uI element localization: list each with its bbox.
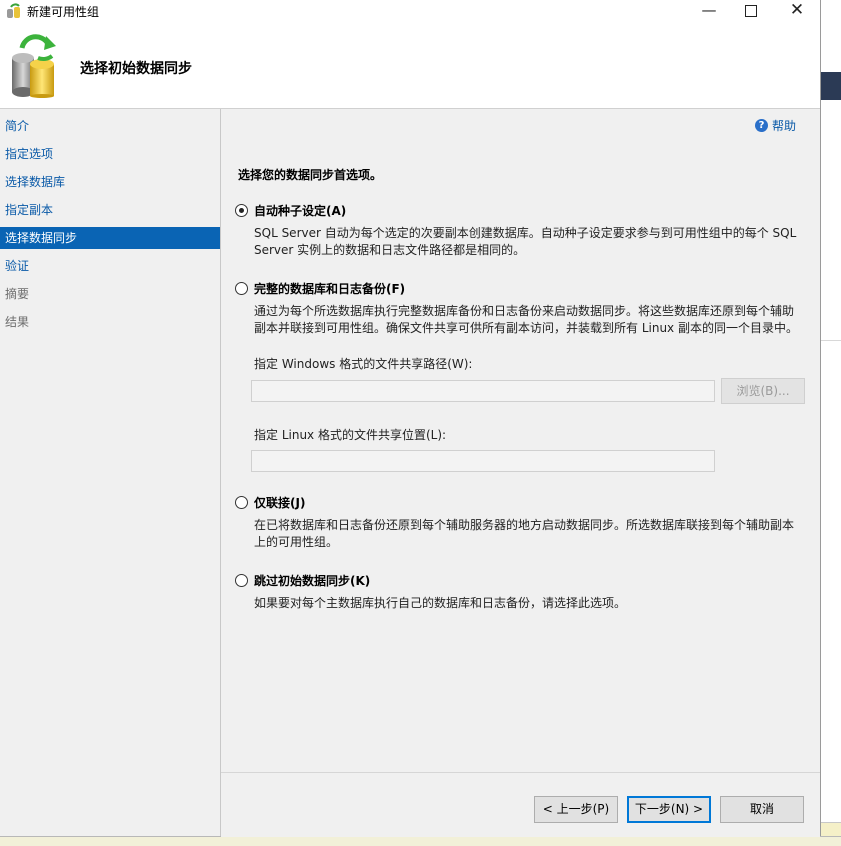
radio-join-only[interactable] bbox=[235, 496, 248, 509]
windows-share-label: 指定 Windows 格式的文件共享路径(W): bbox=[254, 357, 473, 371]
nav-item-validation[interactable]: 验证 bbox=[0, 255, 220, 277]
option-full-backup[interactable]: 完整的数据库和日志备份(F) bbox=[235, 280, 405, 297]
nav-item-intro[interactable]: 简介 bbox=[0, 115, 220, 137]
option-skip-sync[interactable]: 跳过初始数据同步(K) bbox=[235, 572, 370, 589]
wizard-nav: 简介 指定选项 选择数据库 指定副本 选择数据同步 验证 摘要 结果 bbox=[0, 109, 221, 836]
window-title: 新建可用性组 bbox=[27, 5, 100, 19]
option-label: 仅联接(J) bbox=[254, 496, 306, 510]
wizard-header: 选择初始数据同步 bbox=[0, 22, 820, 109]
radio-skip-sync[interactable] bbox=[235, 574, 248, 587]
minimize-icon: — bbox=[701, 1, 717, 19]
radio-automatic-seeding[interactable] bbox=[235, 204, 248, 217]
option-automatic-seeding[interactable]: 自动种子设定(A) bbox=[235, 202, 346, 219]
linux-share-label: 指定 Linux 格式的文件共享位置(L): bbox=[254, 428, 447, 442]
background-app-edge bbox=[821, 0, 841, 845]
nav-item-data-sync[interactable]: 选择数据同步 bbox=[0, 227, 220, 249]
database-sync-icon bbox=[12, 34, 56, 98]
sync-prompt: 选择您的数据同步首选项。 bbox=[238, 168, 383, 182]
wizard-footer: < 上一步(P) 下一步(N) > 取消 bbox=[221, 772, 820, 837]
nav-item-results: 结果 bbox=[5, 315, 30, 329]
option-description: SQL Server 自动为每个选定的次要副本创建数据库。自动种子设定要求参与到… bbox=[254, 226, 797, 257]
nav-item-specify-options[interactable]: 指定选项 bbox=[0, 143, 220, 165]
background-app-divider bbox=[821, 340, 841, 341]
wizard-content: ? 帮助 选择您的数据同步首选项。 自动种子设定(A) SQL Server 自… bbox=[221, 109, 820, 772]
help-link[interactable]: ? 帮助 bbox=[754, 117, 796, 134]
new-availability-group-dialog: 新建可用性组 — ✕ 选择初始数据同步 简介 指定选项 选择数据库 指定副本 选… bbox=[0, 0, 821, 837]
page-title: 选择初始数据同步 bbox=[80, 61, 192, 77]
close-icon: ✕ bbox=[789, 0, 805, 20]
close-button[interactable]: ✕ bbox=[774, 0, 820, 22]
cancel-button[interactable]: 取消 bbox=[720, 796, 804, 823]
nav-item-summary: 摘要 bbox=[5, 287, 30, 301]
option-label: 跳过初始数据同步(K) bbox=[254, 574, 371, 588]
help-label: 帮助 bbox=[771, 119, 796, 133]
next-button[interactable]: 下一步(N) > bbox=[627, 796, 711, 823]
browse-button[interactable]: 浏览(B)... bbox=[721, 378, 805, 404]
option-description: 如果要对每个主数据库执行自己的数据库和日志备份，请选择此选项。 bbox=[254, 596, 627, 610]
maximize-icon bbox=[745, 5, 757, 17]
radio-full-backup[interactable] bbox=[235, 282, 248, 295]
maximize-button[interactable] bbox=[728, 0, 774, 22]
linux-share-input[interactable] bbox=[251, 450, 715, 472]
help-icon: ? bbox=[754, 119, 768, 132]
background-app-dark-bar bbox=[821, 72, 841, 100]
windows-share-input[interactable] bbox=[251, 380, 715, 402]
previous-button[interactable]: < 上一步(P) bbox=[534, 796, 618, 823]
option-label: 自动种子设定(A) bbox=[254, 204, 347, 218]
option-label: 完整的数据库和日志备份(F) bbox=[254, 282, 406, 296]
nav-item-specify-replicas[interactable]: 指定副本 bbox=[0, 199, 220, 221]
option-description: 通过为每个所选数据库执行完整数据库备份和日志备份来启动数据同步。将这些数据库还原… bbox=[254, 304, 798, 335]
option-description: 在已将数据库和日志备份还原到每个辅助服务器的地方启动数据同步。所选数据库联接到每… bbox=[254, 518, 795, 549]
nav-item-select-databases[interactable]: 选择数据库 bbox=[0, 171, 220, 193]
minimize-button[interactable]: — bbox=[686, 0, 732, 22]
title-bar[interactable]: 新建可用性组 — ✕ bbox=[0, 0, 820, 22]
option-join-only[interactable]: 仅联接(J) bbox=[235, 494, 305, 511]
app-icon bbox=[7, 3, 20, 18]
